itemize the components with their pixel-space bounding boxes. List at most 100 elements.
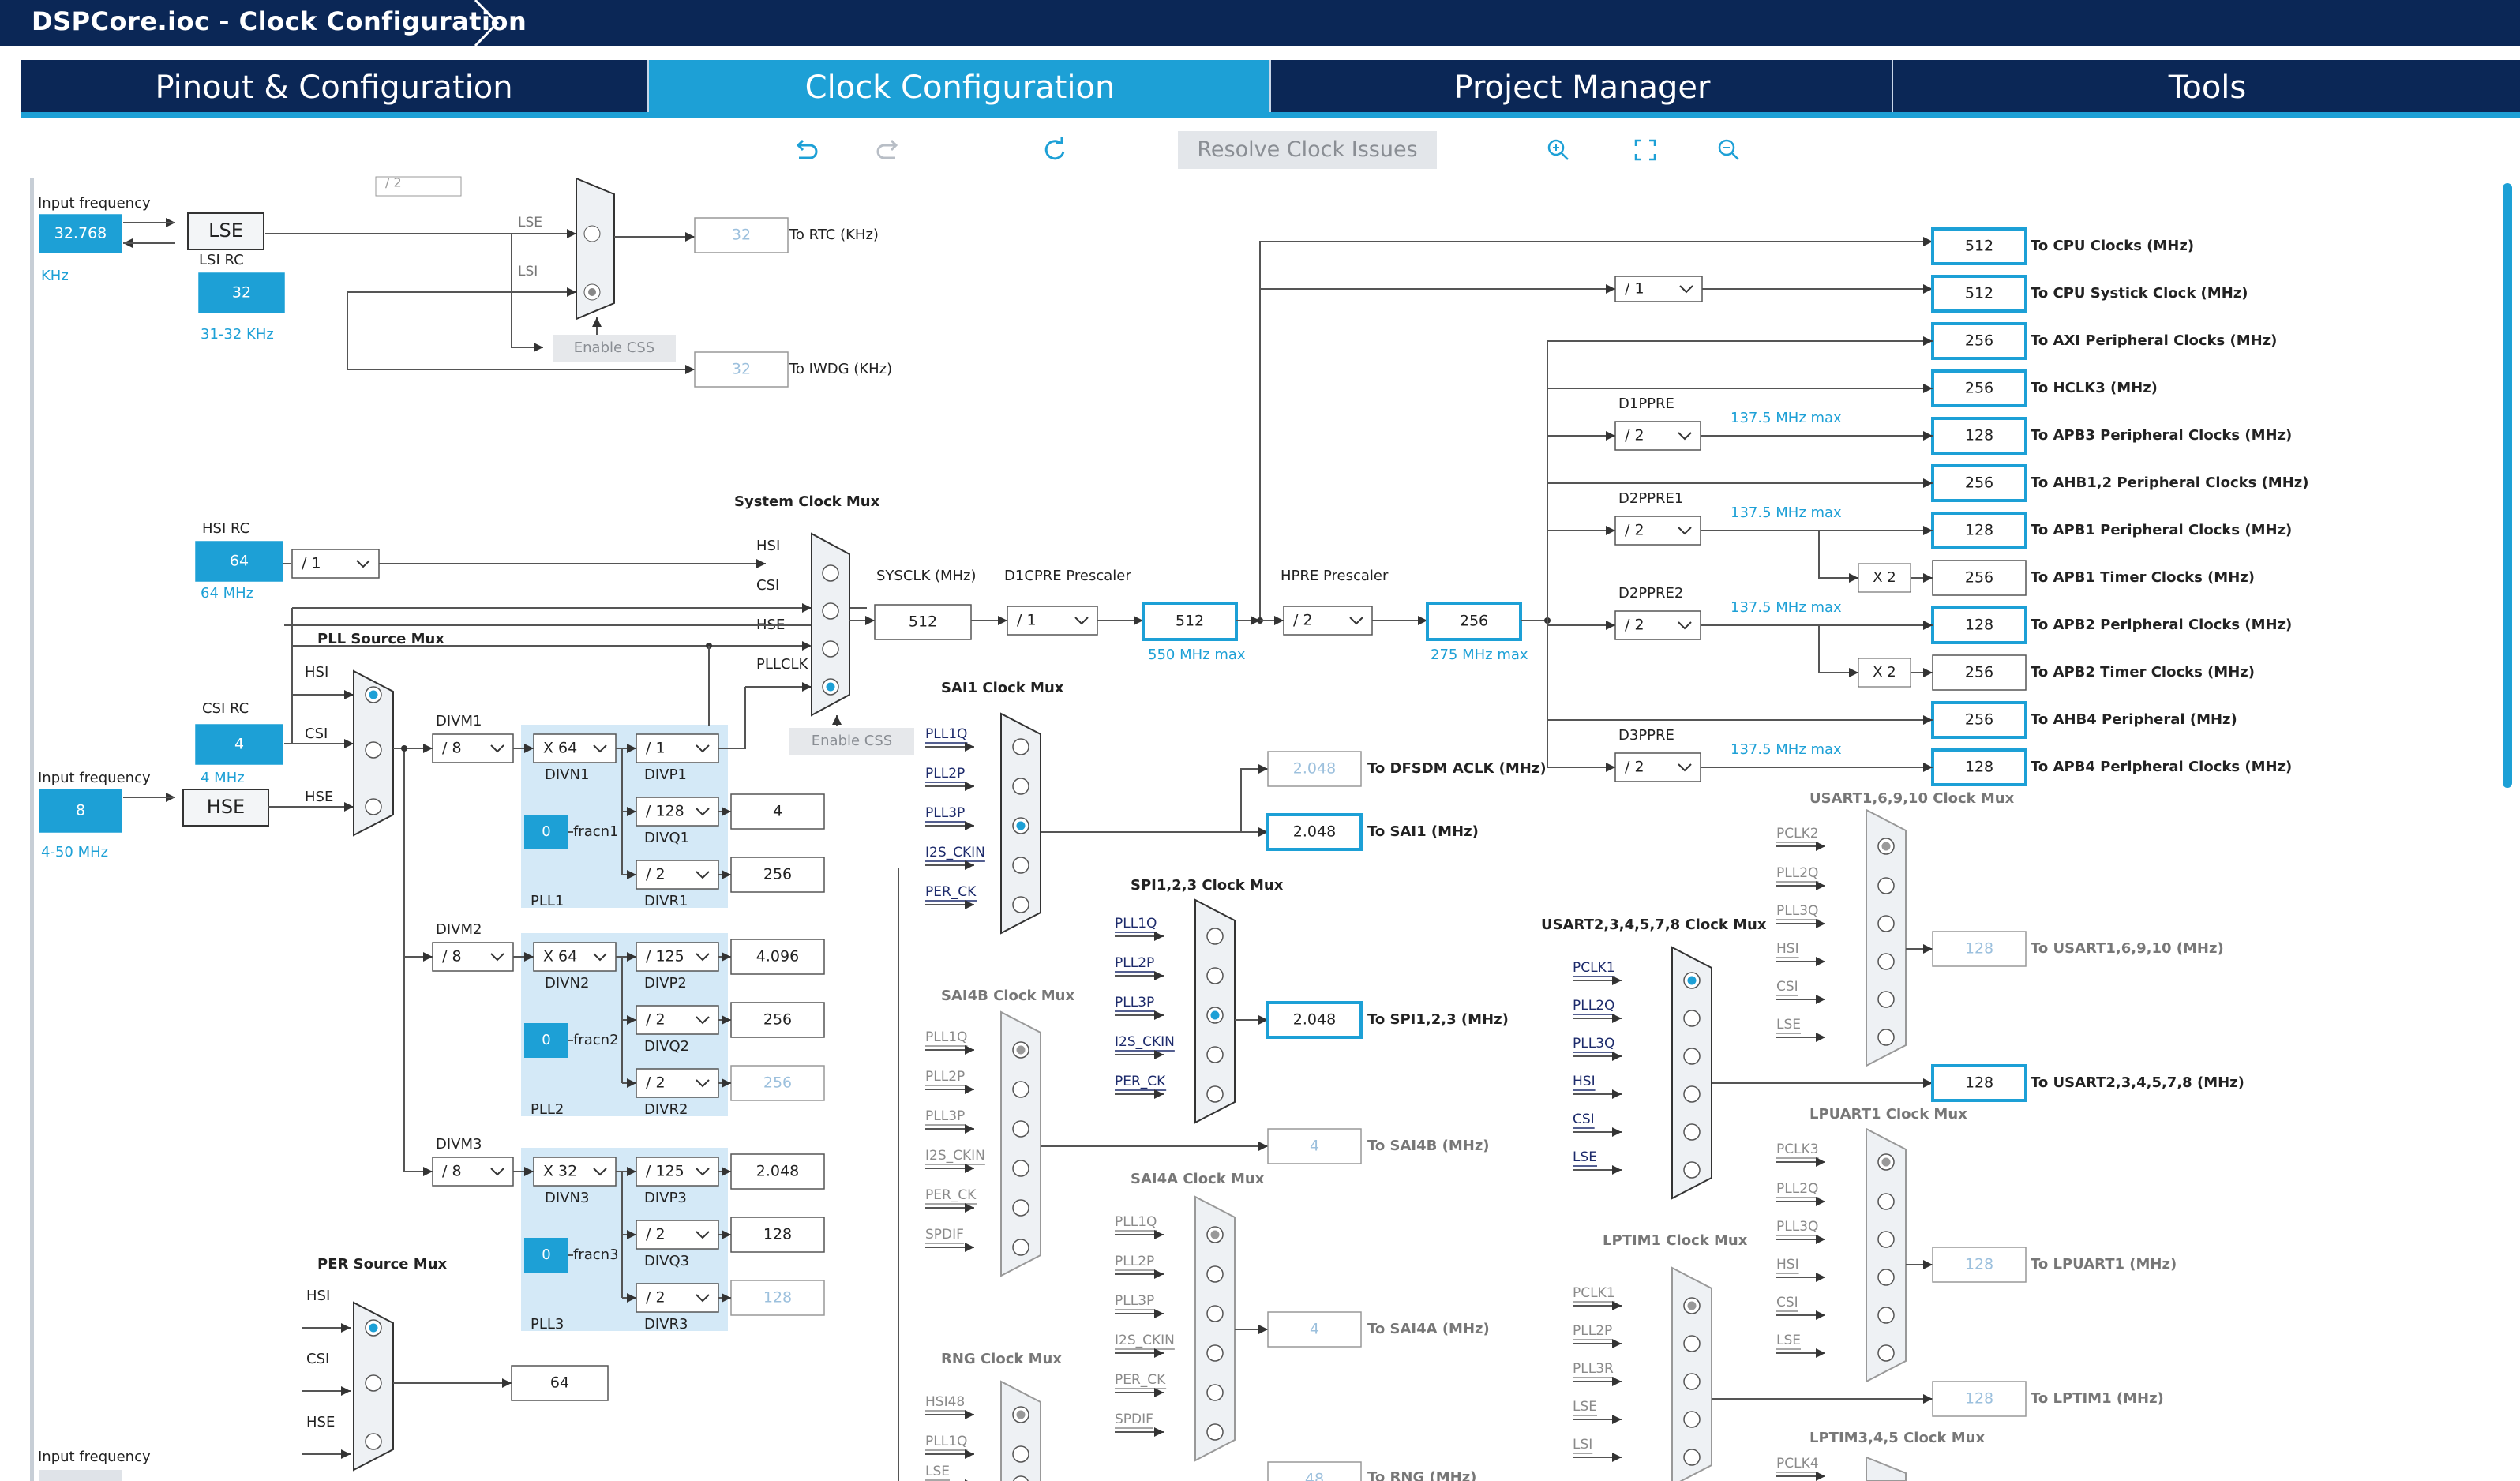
sai4b-clock-mux-radio[interactable] [1012,1081,1029,1098]
mux-input-label: SPDIF [925,1227,964,1243]
hsi-value-text: 64 [230,553,249,570]
lse-input-freq-text: 32.768 [54,225,107,242]
lptim345-clock-mux [1866,1456,1907,1481]
usart1-clock-mux-radio[interactable] [1877,877,1895,894]
pll-source-mux-radio[interactable] [365,741,382,759]
spi-clock-mux-radio[interactable] [1206,1046,1224,1063]
usart1-clock-mux-radio[interactable] [1877,953,1895,970]
sai1-clock-mux-radio[interactable] [1012,857,1029,874]
wire [511,234,543,348]
arrow-icon [567,287,576,297]
clock-tree-canvas: Input frequency 32.768 KHz LSE LSI RC 32 31-32… [38,175,2308,1481]
arrow-icon [1923,944,1933,954]
pll-source-mux-radio-selected [369,690,378,699]
usart2-clock-mux-radio[interactable] [1683,1123,1701,1141]
mux-input-label: LSE [925,1464,950,1479]
divn-label: DIVN3 [545,1190,589,1206]
rtc-mux-radio[interactable] [583,225,601,242]
rtc-value-text: 32 [732,227,751,244]
arrow-icon [423,952,433,962]
sai4a-clock-mux-radio[interactable] [1206,1384,1224,1401]
sai4b-clock-mux-radio[interactable] [1012,1120,1029,1138]
divr-dropdown-value: / 2 [646,1074,666,1092]
lptim1-clock-mux-radio[interactable] [1683,1335,1701,1352]
lpuart1-clock-mux-radio[interactable] [1877,1269,1895,1286]
pll-mux-csi-label: CSI [305,726,328,742]
usart1-clock-mux-radio[interactable] [1877,915,1895,932]
system-clock-mux-radio[interactable] [822,640,839,658]
rng-clock-mux-radio[interactable] [1012,1445,1029,1463]
sai4a-clock-mux-radio[interactable] [1206,1423,1224,1441]
sai4a-clock-mux-radio[interactable] [1206,1265,1224,1283]
spi-clock-mux-radio[interactable] [1206,967,1224,984]
arrow-icon [423,1167,433,1176]
sai4a-clock-mux-radio[interactable] [1206,1305,1224,1322]
input-frequency-label: Input frequency [38,195,151,212]
sys-mux-pllclk-label: PLLCLK [756,656,809,673]
usart2-clock-mux-radio[interactable] [1683,1010,1701,1027]
arrow-icon [1816,1310,1825,1320]
per-mux-hsi-label: HSI [306,1288,330,1304]
per-source-mux-radio[interactable] [365,1433,382,1450]
per-source-mux-radio-selected [369,1323,378,1333]
lpuart1-clock-mux-radio[interactable] [1877,1231,1895,1248]
sai1-clock-mux-radio[interactable] [1012,778,1029,795]
rtc-lse-label: LSE [518,215,542,231]
sai4b-clock-mux-radio[interactable] [1012,1160,1029,1177]
pll-source-mux-radio[interactable] [365,798,382,815]
sai1-clock-mux-radio[interactable] [1012,738,1029,755]
mux-input-label: I2S_CKIN [925,845,985,860]
usart1-clock-mux-radio[interactable] [1877,1029,1895,1046]
arrow-icon [1612,1089,1622,1099]
mux-input-label: PER_CK [1115,1074,1166,1089]
output-label-11: To APB4 Peripheral Clocks (MHz) [2031,759,2292,775]
usart2-clock-mux-radio[interactable] [1683,1048,1701,1065]
arrow-icon [1154,1309,1164,1318]
per-source-mux-radio[interactable] [365,1374,382,1392]
wire [291,608,354,696]
arrow-icon [592,317,602,327]
lpuart1-label: To LPUART1 (MHz) [2031,1256,2177,1273]
usart2-clock-mux-radio[interactable] [1683,1085,1701,1103]
lpuart1-clock-mux-radio[interactable] [1877,1193,1895,1210]
output-label-10: To AHB4 Peripheral (MHz) [2031,711,2237,728]
hpre-label: HPRE Prescaler [1281,568,1389,584]
usart2-clock-mux-radio[interactable] [1683,1161,1701,1179]
lpuart1-clock-mux-radio[interactable] [1877,1344,1895,1362]
lptim1-clock-mux-radio[interactable] [1683,1373,1701,1390]
mux-input-label: PLL3Q [1776,903,1818,919]
hclk-value-text: 256 [1460,613,1488,630]
sai4a-clock-mux-radio[interactable] [1206,1344,1224,1362]
rng-clock-mux-radio-selected [1016,1410,1026,1419]
divp-dropdown-value: / 1 [646,740,666,757]
mux-input-label: I2S_CKIN [1115,1034,1175,1050]
sys-mux-hsi-label: HSI [756,538,780,554]
system-clock-mux-radio[interactable] [822,602,839,620]
arrow-icon [1258,1142,1268,1151]
system-clock-mux-radio[interactable] [822,564,839,582]
output-value-4-text: 128 [1965,427,1993,444]
d1cpre-label: D1CPRE Prescaler [1004,568,1131,584]
lpuart1-clock-mux-radio[interactable] [1877,1307,1895,1324]
rtc-label: To RTC (KHz) [789,227,879,243]
mux-input-label: LSI [1573,1437,1592,1453]
iwdg-value-text: 32 [732,361,751,378]
divn-dropdown-value: X 32 [543,1163,577,1180]
sai4b-clock-mux-radio[interactable] [1012,1199,1029,1217]
lptim1-clock-mux-radio[interactable] [1683,1449,1701,1466]
spi-clock-mux-radio[interactable] [1206,928,1224,945]
spi-clock-mux-radio[interactable] [1206,1085,1224,1103]
sai1-clock-mux-radio[interactable] [1012,896,1029,913]
lptim1-clock-mux-radio[interactable] [1683,1411,1701,1428]
usart2-label: To USART2,3,4,5,7,8 (MHz) [2031,1074,2244,1091]
usart1-clock-mux-radio[interactable] [1877,991,1895,1008]
arrow-icon [1154,1010,1164,1020]
output-label-0: To CPU Clocks (MHz) [2031,238,2194,254]
arrow-icon [1154,1050,1164,1059]
sai4b-clock-mux-radio[interactable] [1012,1239,1029,1256]
divp-label: DIVP1 [644,767,687,783]
arrow-icon [1816,995,1825,1004]
arrow-icon [1606,621,1615,630]
arrow-icon [998,616,1007,625]
arrow-icon [965,821,974,830]
